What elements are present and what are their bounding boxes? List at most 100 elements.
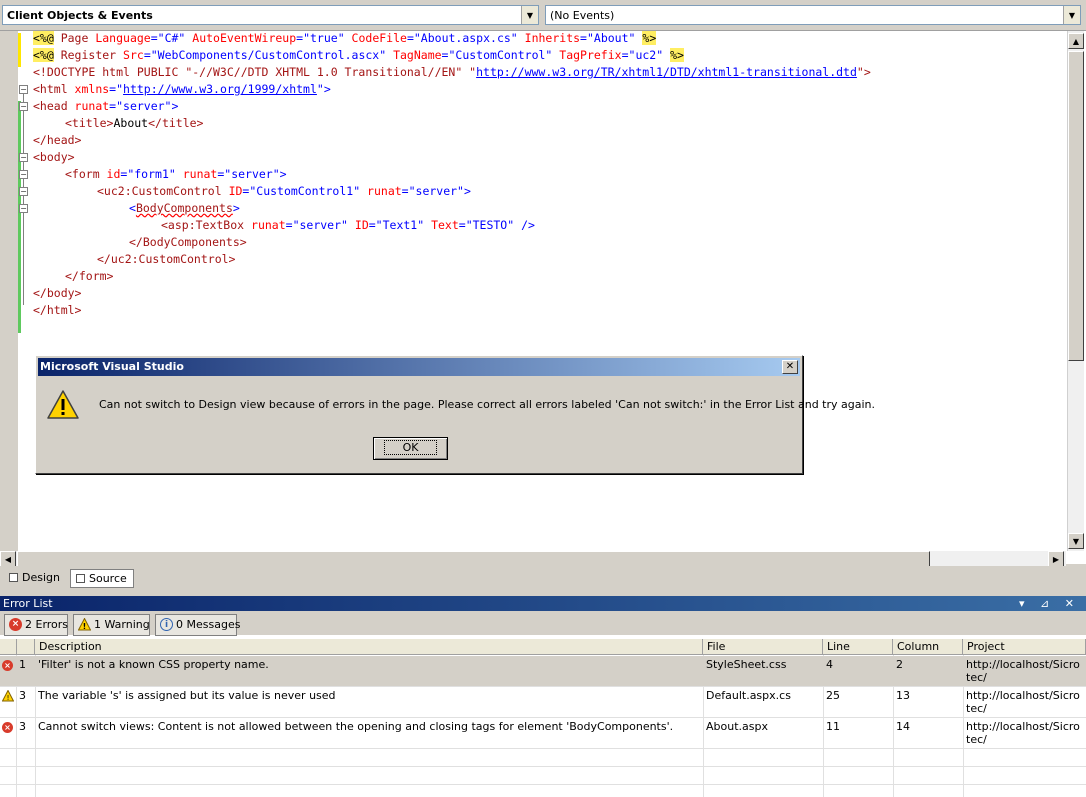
code-line-12: <asp:TextBox runat="server" ID="Text1" T… (161, 217, 535, 234)
tag-close: /> (521, 218, 535, 232)
vertical-scrollbar[interactable]: ▲ ▼ (1067, 31, 1084, 551)
row-project: http://localhost/Sicrotec/ (966, 720, 1080, 746)
scroll-thumb-horizontal[interactable] (17, 551, 930, 567)
horizontal-scrollbar[interactable]: ◀ ▶ (0, 551, 1066, 567)
attribute: Text (431, 218, 459, 232)
change-bar-saved (18, 101, 21, 333)
chevron-down-icon[interactable]: ▼ (1063, 6, 1080, 24)
row-file: About.aspx (706, 720, 768, 733)
collapse-icon[interactable]: − (19, 170, 28, 179)
code-line-16: </body> (33, 286, 82, 300)
warnings-filter-button[interactable]: ! 1 Warning (73, 614, 150, 636)
messages-filter-button[interactable]: i 0 Messages (155, 614, 240, 636)
editor-margin (0, 31, 18, 551)
scroll-right-icon[interactable]: ▶ (1048, 551, 1064, 567)
client-objects-dropdown[interactable]: Client Objects & Events ▼ (2, 5, 539, 25)
dialog-titlebar: Microsoft Visual Studio ✕ (38, 358, 800, 376)
errors-filter-button[interactable]: × 2 Errors (4, 614, 68, 636)
code-line-3: <!DOCTYPE html PUBLIC "-//W3C//DTD XHTML… (33, 64, 871, 81)
row-number: 1 (19, 658, 26, 671)
tab-source-label: Source (89, 572, 127, 585)
collapse-icon[interactable]: − (19, 187, 28, 196)
design-view-icon (9, 573, 18, 582)
errors-filter-label: 2 Errors (25, 618, 69, 631)
column-header-project[interactable]: Project (963, 639, 1086, 655)
row-file: Default.aspx.cs (706, 689, 791, 702)
collapse-icon[interactable]: − (19, 102, 28, 111)
scroll-up-icon[interactable]: ▲ (1068, 33, 1084, 49)
row-column: 14 (896, 720, 910, 733)
client-objects-dropdown-value: Client Objects & Events (7, 9, 153, 22)
code-line-13: </BodyComponents> (129, 235, 247, 249)
tab-source[interactable]: Source (70, 569, 134, 588)
tag: <head (33, 99, 75, 113)
text: About (113, 116, 149, 130)
ok-button-label: OK (383, 440, 438, 455)
collapse-icon[interactable]: − (19, 85, 28, 94)
doctype-link[interactable]: http://www.w3.org/TR/xhtml1/DTD/xhtml1-t… (476, 65, 857, 79)
code-line-9: <form id="form1" runat="server"> (65, 166, 287, 183)
code-line-4: <html xmlns="http://www.w3.org/1999/xhtm… (33, 81, 331, 98)
error-list-title: Error List (3, 597, 53, 610)
events-dropdown-value: (No Events) (550, 9, 615, 22)
column-header-line[interactable]: Line (823, 639, 893, 655)
source-editor[interactable]: − − − − − − <%@ Page Language="C#" AutoE… (0, 30, 1086, 567)
scroll-left-icon[interactable]: ◀ (0, 551, 16, 567)
row-number: 3 (19, 689, 26, 702)
attribute: TagPrefix (552, 48, 622, 62)
attribute: runat (367, 184, 402, 198)
value: ="TESTO" (458, 218, 522, 232)
code-line-8: <body> (33, 150, 75, 164)
code-line-1: <%@ Page Language="C#" AutoEventWireup="… (33, 31, 657, 45)
table-row[interactable]: ! 3 The variable 's' is assigned but its… (0, 687, 1086, 718)
equals: = (150, 31, 158, 45)
code-line-15: </form> (65, 269, 114, 283)
scroll-down-icon[interactable]: ▼ (1068, 533, 1084, 549)
attribute: CodeFile (344, 31, 407, 45)
events-dropdown[interactable]: (No Events) ▼ (545, 5, 1081, 25)
source-view-icon (76, 574, 85, 583)
collapse-icon[interactable]: − (19, 204, 28, 213)
directive-name: Page (53, 31, 96, 45)
view-tabs: Design Source (0, 566, 1086, 590)
table-row[interactable]: × 1 'Filter' is not a known CSS property… (0, 656, 1086, 687)
error-list-titlebar: Error List ▾ ⊿ ✕ (0, 596, 1086, 611)
row-column: 13 (896, 689, 910, 702)
warning-icon (47, 390, 79, 419)
column-header-icon[interactable] (0, 639, 17, 655)
column-header-file[interactable]: File (703, 639, 823, 655)
table-row-empty (0, 749, 1086, 767)
tag: <title> (65, 116, 114, 130)
tab-design[interactable]: Design (4, 569, 66, 588)
column-header-number[interactable] (17, 639, 35, 655)
table-row-empty (0, 767, 1086, 785)
error-squiggle-tag: BodyComponents (135, 201, 233, 215)
value: "CustomControl" (448, 48, 553, 62)
column-header-column[interactable]: Column (893, 639, 963, 655)
doctype-end: "> (856, 65, 871, 79)
value: "WebComponents/CustomControl.ascx" (150, 48, 387, 62)
value: ="Text1" (368, 218, 432, 232)
xmlns-link[interactable]: http://www.w3.org/1999/xhtml (123, 82, 317, 96)
chevron-down-icon[interactable]: ▼ (521, 6, 538, 24)
warnings-filter-label: 1 Warning (94, 618, 150, 631)
warning-icon: ! (77, 617, 92, 631)
table-row[interactable]: × 3 Cannot switch views: Content is not … (0, 718, 1086, 749)
close-icon[interactable]: ✕ (782, 360, 798, 374)
row-description: Cannot switch views: Content is not allo… (38, 720, 674, 733)
value: "About.aspx.cs" (413, 31, 518, 45)
equals: =" (109, 82, 124, 96)
svg-text:!: ! (7, 694, 10, 702)
column-header-description[interactable]: Description (35, 639, 703, 655)
collapse-icon[interactable]: − (19, 153, 28, 162)
tag: <asp:TextBox (161, 218, 252, 232)
code-line-5: <head runat="server"> (33, 98, 178, 115)
attribute: runat (74, 99, 110, 113)
row-project: http://localhost/Sicrotec/ (966, 658, 1080, 684)
scroll-thumb[interactable] (1068, 51, 1084, 361)
doctype: <!DOCTYPE html PUBLIC "-//W3C//DTD XHTML… (33, 65, 477, 79)
ok-button[interactable]: OK (373, 437, 448, 460)
panel-controls[interactable]: ▾ ⊿ ✕ (1019, 596, 1080, 611)
tag-open: < (129, 201, 136, 215)
code-line-11: <BodyComponents> (129, 200, 240, 217)
